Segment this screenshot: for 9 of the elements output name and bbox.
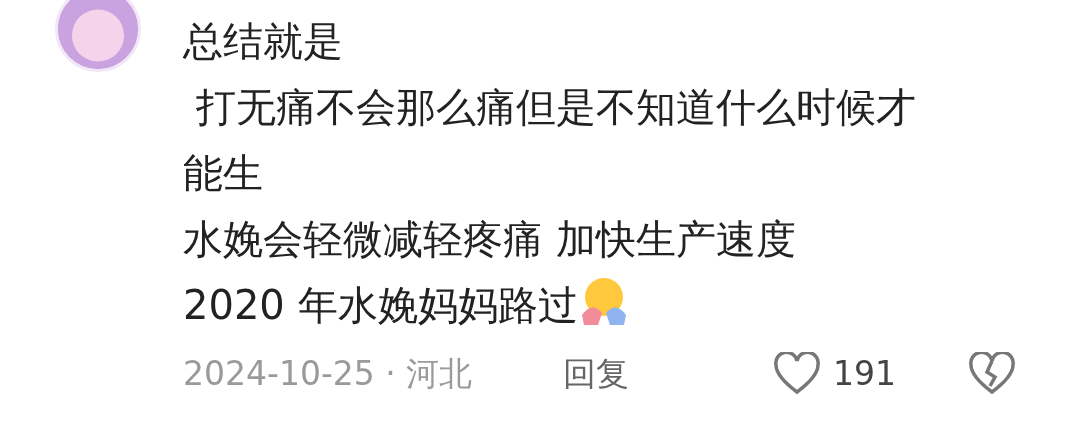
- comment-text: 总结就是: [183, 18, 343, 64]
- like-icon[interactable]: [773, 352, 821, 396]
- comment-text: 打无痛不会那么痛但是不知道什么时候才能生: [183, 84, 916, 196]
- reply-link[interactable]: 回复: [563, 341, 773, 407]
- dislike-icon[interactable]: [968, 352, 1016, 396]
- comment-text: 水娩会轻微减轻疼痛 加快生产速度: [183, 216, 796, 262]
- comment-text: 2020 年水娩妈妈路过: [183, 282, 578, 328]
- like-count: 191: [833, 353, 897, 395]
- comment-meta: 2024-10-25 · 河北: [183, 353, 474, 395]
